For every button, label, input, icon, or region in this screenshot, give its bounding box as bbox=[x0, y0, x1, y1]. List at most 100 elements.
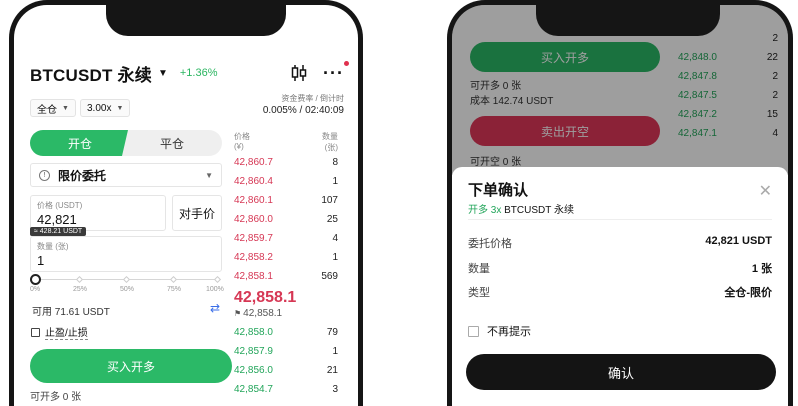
quantity-input[interactable]: 数量 (张) 1 bbox=[30, 236, 222, 272]
quantity-label: 数量 (张) bbox=[37, 242, 69, 251]
ask-qty: 569 bbox=[321, 271, 338, 282]
tpsl-checkbox[interactable]: 止盈/止损 bbox=[31, 324, 88, 340]
ask-price: 42,859.7 bbox=[234, 233, 273, 244]
ask-price: 42,860.0 bbox=[234, 214, 273, 225]
mark-price: 42,858.1 bbox=[243, 308, 283, 319]
left-phone: BTCUSDT 永续 ▼ +1.36% ··· 全仓 ▼ 3.00x ▼ 资金费… bbox=[9, 0, 363, 406]
margin-mode-label: 全仓 bbox=[37, 104, 57, 116]
order-type-select[interactable]: ! 限价委托 ▼ bbox=[30, 163, 222, 187]
bid-row[interactable]: 42,858.0 79 bbox=[234, 327, 338, 345]
ask-row[interactable]: 42,860.7 8 bbox=[234, 157, 338, 175]
slider-tick-label: 75% bbox=[167, 286, 182, 293]
ask-qty: 1 bbox=[332, 176, 338, 187]
leverage-select[interactable]: 3.00x ▼ bbox=[80, 99, 131, 117]
close-icon[interactable]: ✕ bbox=[759, 181, 772, 201]
open-close-toggle: 开仓 平仓 bbox=[30, 130, 222, 156]
bid-qty: 3 bbox=[332, 384, 338, 395]
tab-close[interactable]: 平仓 bbox=[122, 130, 222, 156]
price-value[interactable]: 42,821 bbox=[37, 212, 159, 227]
type-row: 类型 全仓-限价 bbox=[468, 284, 772, 302]
row-key: 委托价格 bbox=[468, 238, 512, 250]
ask-qty: 8 bbox=[332, 157, 338, 168]
funding-label: 资金费率 / 倒计时 bbox=[281, 94, 344, 103]
leverage-label: 3.00x bbox=[87, 102, 112, 114]
mark-price-row: ⚑ 42,858.1 bbox=[234, 308, 282, 319]
caret-down-icon[interactable]: ▼ bbox=[158, 68, 168, 79]
bid-price: 42,854.7 bbox=[234, 384, 273, 395]
row-value: 1 张 bbox=[751, 263, 772, 275]
bid-qty: 1 bbox=[332, 346, 338, 357]
bid-qty: 21 bbox=[326, 365, 338, 376]
phone-notch bbox=[106, 5, 286, 36]
slider-tick[interactable] bbox=[122, 275, 131, 284]
can-open-text: 可开多 0 张 bbox=[30, 392, 82, 403]
settings-row: 全仓 ▼ 3.00x ▼ 资金费率 / 倒计时 0.005% / 02:40:09 bbox=[30, 94, 344, 121]
ask-row[interactable]: 42,858.2 1 bbox=[234, 252, 338, 270]
order-price-row: 委托价格 42,821 USDT bbox=[468, 235, 772, 253]
bid-row[interactable]: 42,856.0 21 bbox=[234, 365, 338, 383]
confirm-button[interactable]: 确认 bbox=[466, 354, 776, 390]
ask-row[interactable]: 42,860.4 1 bbox=[234, 176, 338, 194]
transfer-icon[interactable]: ⇄ bbox=[210, 301, 220, 315]
quantity-slider[interactable]: 0% 25% 50% 75% 100% bbox=[30, 273, 224, 297]
dialog-subtitle: 开多 3x BTCUSDT 永续 bbox=[468, 201, 574, 216]
slider-tick[interactable] bbox=[213, 275, 222, 284]
margin-mode-select[interactable]: 全仓 ▼ bbox=[30, 99, 76, 117]
orderbook-header: 价格 (¥) 数量 (张) bbox=[234, 131, 338, 152]
funding-info: 资金费率 / 倒计时 0.005% / 02:40:09 bbox=[263, 93, 344, 116]
quantity-row: 数量 1 张 bbox=[468, 260, 772, 278]
ask-qty: 4 bbox=[332, 233, 338, 244]
ask-price: 42,858.1 bbox=[234, 271, 273, 282]
dialog-symbol: BTCUSDT 永续 bbox=[504, 205, 574, 216]
slider-tick-label: 0% bbox=[30, 286, 41, 293]
ask-row[interactable]: 42,860.0 25 bbox=[234, 214, 338, 232]
row-value: 全仓-限价 bbox=[724, 287, 772, 299]
ask-row[interactable]: 42,858.1 569 bbox=[234, 271, 338, 289]
ask-price: 42,858.2 bbox=[234, 252, 273, 263]
divider bbox=[468, 219, 772, 220]
info-icon[interactable]: ! bbox=[39, 169, 50, 181]
ask-price: 42,860.4 bbox=[234, 176, 273, 187]
order-type-label: 限价委托 bbox=[58, 168, 107, 183]
symbol-header: BTCUSDT 永续 ▼ +1.36% ··· bbox=[30, 61, 349, 86]
checkbox-icon[interactable] bbox=[468, 325, 479, 337]
more-icon[interactable]: ··· bbox=[323, 61, 349, 82]
bid-price: 42,856.0 bbox=[234, 365, 273, 376]
order-confirm-dialog: 下单确认 ✕ 开多 3x BTCUSDT 永续 委托价格 42,821 USDT… bbox=[452, 167, 788, 406]
buy-long-button[interactable]: 买入开多 bbox=[30, 349, 232, 383]
bid-qty: 79 bbox=[326, 327, 338, 338]
bid-row[interactable]: 42,854.7 3 bbox=[234, 384, 338, 402]
price-label: 价格 (USDT) bbox=[37, 201, 83, 210]
position-side: 开多 3x bbox=[468, 205, 502, 216]
ask-row[interactable]: 42,860.1 107 bbox=[234, 195, 338, 213]
price-input[interactable]: 价格 (USDT) 42,821 bbox=[30, 195, 166, 231]
ask-row[interactable]: 42,859.7 4 bbox=[234, 233, 338, 251]
checkbox-icon[interactable] bbox=[31, 327, 40, 337]
ask-qty: 1 bbox=[332, 252, 338, 263]
bid-row[interactable]: 42,857.9 1 bbox=[234, 346, 338, 364]
phone-notch bbox=[536, 5, 720, 36]
available-balance: 可用 71.61 USDT bbox=[32, 307, 110, 318]
notification-dot bbox=[344, 61, 349, 66]
caret-down-icon: ▼ bbox=[116, 104, 124, 112]
slider-tick[interactable] bbox=[75, 275, 84, 284]
candlestick-icon[interactable] bbox=[291, 64, 307, 82]
ask-qty: 25 bbox=[326, 214, 338, 225]
last-price[interactable]: 42,858.1 bbox=[234, 289, 296, 307]
ask-price: 42,860.7 bbox=[234, 157, 273, 168]
slider-tick-label: 50% bbox=[120, 286, 135, 293]
flag-icon: ⚑ bbox=[234, 309, 242, 318]
right-phone: 买入开多 可开多 0 张 成本 142.74 USDT 卖出开空 可开空 0 张… bbox=[447, 0, 793, 406]
dialog-title: 下单确认 bbox=[468, 182, 529, 199]
bid-price: 42,857.9 bbox=[234, 346, 273, 357]
slider-handle[interactable] bbox=[30, 274, 41, 285]
quantity-value[interactable]: 1 bbox=[37, 253, 215, 268]
symbol-title[interactable]: BTCUSDT 永续 bbox=[30, 61, 152, 86]
tab-open[interactable]: 开仓 bbox=[30, 130, 130, 156]
bid-price: 42,858.0 bbox=[234, 327, 273, 338]
funding-value: 0.005% / 02:40:09 bbox=[262, 105, 344, 116]
counterparty-price-button[interactable]: 对手价 bbox=[172, 195, 222, 231]
no-remind-checkbox[interactable]: 不再提示 bbox=[468, 323, 531, 339]
no-remind-label: 不再提示 bbox=[487, 326, 531, 338]
slider-tick[interactable] bbox=[169, 275, 178, 284]
